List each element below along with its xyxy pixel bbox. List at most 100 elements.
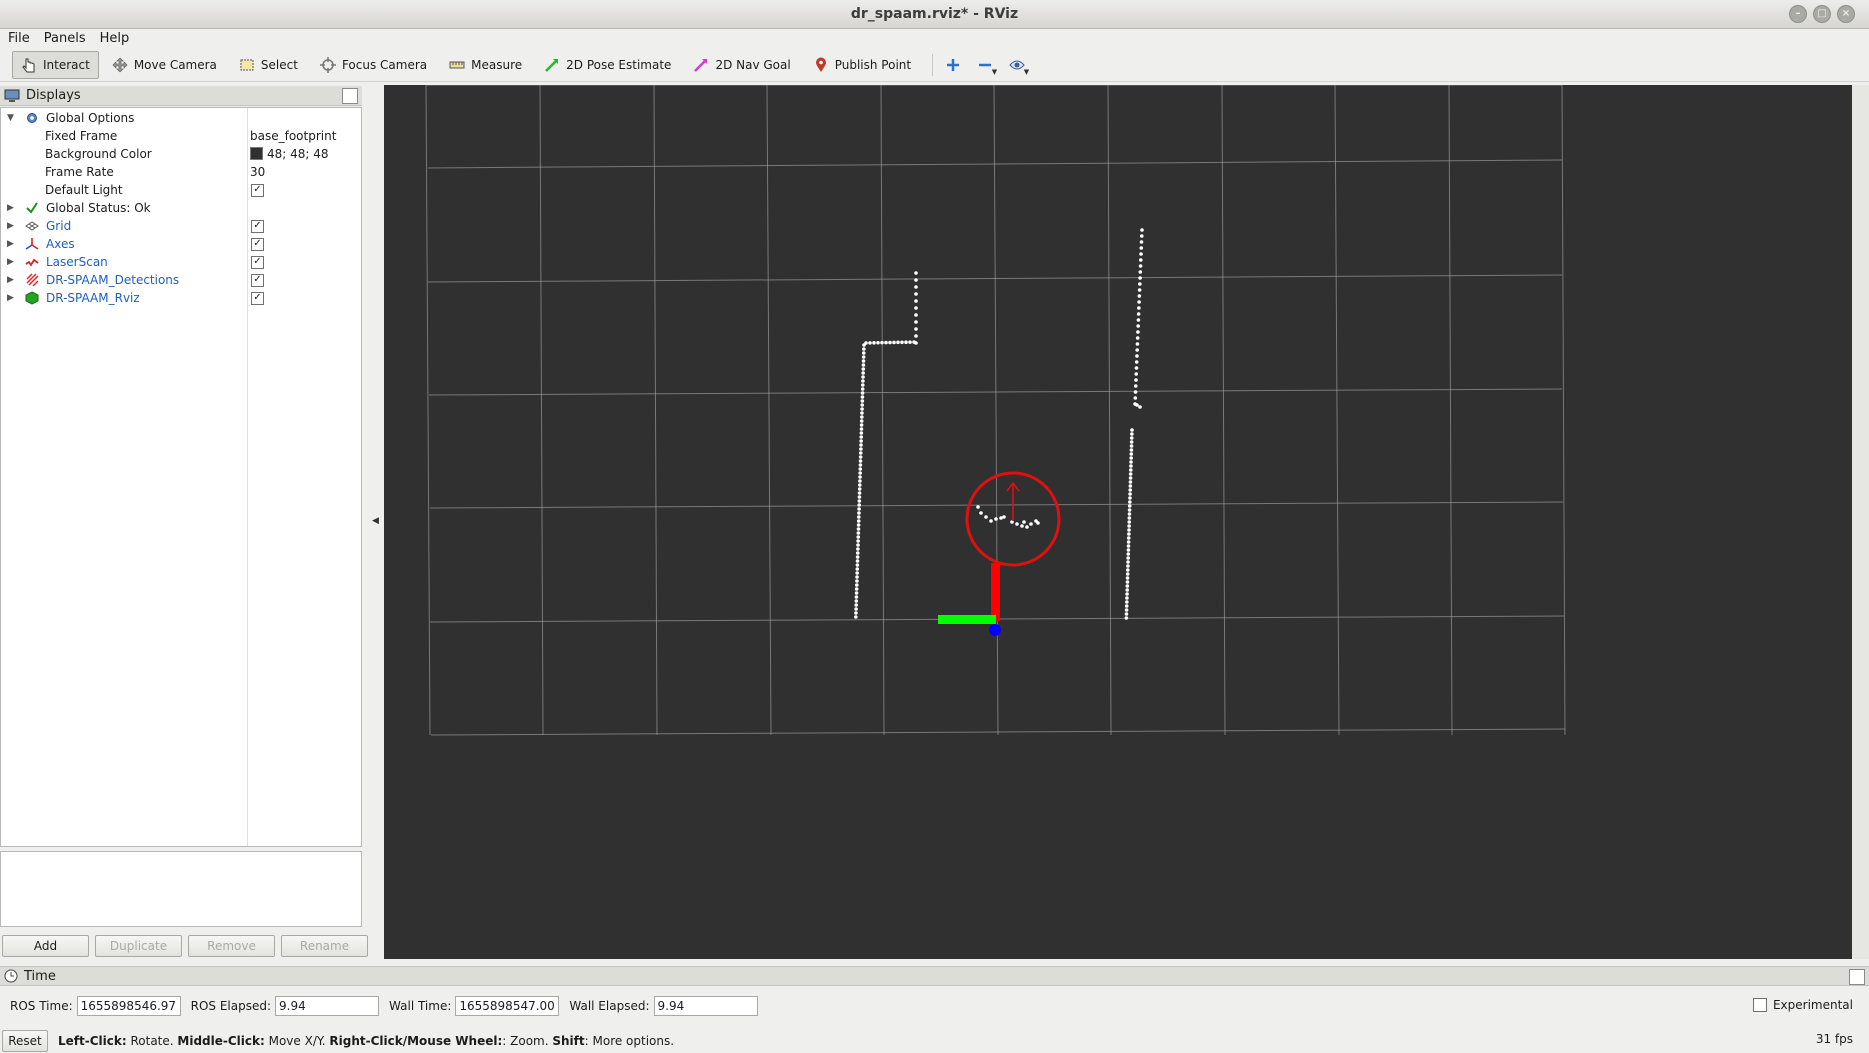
property-value[interactable]: 30 — [250, 163, 265, 181]
clock-icon — [4, 969, 18, 983]
laser-point — [914, 313, 918, 317]
views-menu-button[interactable]: ▼ — [1005, 52, 1029, 78]
toolbar: Interact Move Camera Select Focus Camera… — [0, 48, 1869, 82]
expand-arrow-icon[interactable]: ▶ — [7, 271, 17, 289]
tool-measure[interactable]: Measure — [440, 51, 531, 79]
laser-point — [857, 507, 861, 511]
tree-row-default-light[interactable]: Default Light ✓ — [1, 181, 361, 199]
laser-point — [858, 463, 863, 467]
display-enabled-checkbox[interactable]: ✓ — [251, 238, 264, 251]
tree-row-grid[interactable]: ▶ Grid ✓ — [1, 217, 361, 235]
close-button[interactable]: × — [1837, 5, 1855, 23]
laser-point — [856, 523, 861, 527]
tool-2d-nav-goal[interactable]: 2D Nav Goal — [684, 51, 799, 79]
add-tool-button[interactable] — [941, 52, 965, 78]
laser-point — [1126, 552, 1131, 556]
default-light-checkbox[interactable]: ✓ — [251, 184, 264, 197]
maximize-button[interactable]: □ — [1813, 5, 1831, 23]
wall-time-field[interactable]: 1655898547.00 — [455, 996, 560, 1016]
laser-point — [1126, 556, 1130, 560]
tree-label: Axes — [46, 237, 75, 251]
tree-row-background-color[interactable]: Background Color 48; 48; 48 — [1, 145, 361, 163]
detection-marker — [965, 471, 1061, 567]
move-camera-icon — [112, 57, 128, 72]
tree-row-laserscan[interactable]: ▶ LaserScan ✓ — [1, 253, 361, 271]
reset-button[interactable]: Reset — [2, 1030, 48, 1052]
laser-point — [914, 271, 918, 275]
tree-row-global-options[interactable]: ▼ Global Options — [1, 109, 361, 127]
laser-point — [861, 351, 866, 355]
experimental-toggle[interactable]: Experimental — [1752, 998, 1853, 1012]
menu-file[interactable]: File — [8, 31, 30, 46]
tool-interact[interactable]: Interact — [12, 50, 99, 79]
panel-close-button[interactable] — [342, 88, 358, 104]
grid-line — [1107, 84, 1112, 736]
property-value[interactable]: 48; 48; 48 — [250, 145, 329, 163]
tree-row-fixed-frame[interactable]: Fixed Frame base_footprint — [1, 127, 361, 145]
display-enabled-checkbox[interactable]: ✓ — [251, 292, 264, 305]
experimental-checkbox[interactable] — [1752, 998, 1767, 1012]
laser-point — [1129, 448, 1134, 452]
display-enabled-checkbox[interactable]: ✓ — [251, 220, 264, 233]
laser-point — [1124, 612, 1129, 616]
expand-arrow-icon[interactable]: ▶ — [7, 199, 17, 217]
add-button[interactable]: Add — [2, 935, 89, 957]
monitor-icon — [4, 89, 20, 102]
tool-publish-point[interactable]: Publish Point — [804, 51, 920, 79]
laser-point — [984, 515, 988, 519]
tree-row-frame-rate[interactable]: Frame Rate 30 — [1, 163, 361, 181]
tool-focus-camera[interactable]: Focus Camera — [311, 51, 436, 79]
tree-row-axes[interactable]: ▶ Axes ✓ — [1, 235, 361, 253]
wall-elapsed-field[interactable]: 9.94 — [653, 996, 758, 1016]
scene-canvas[interactable] — [384, 84, 1852, 959]
laser-point — [861, 371, 865, 375]
menu-help[interactable]: Help — [100, 31, 130, 46]
expand-arrow-icon[interactable]: ▶ — [7, 253, 17, 271]
expand-arrow-icon[interactable]: ▶ — [7, 289, 17, 307]
display-enabled-checkbox[interactable]: ✓ — [251, 274, 264, 287]
laser-point — [858, 475, 862, 479]
laser-point — [1129, 464, 1133, 468]
ros-elapsed-field[interactable]: 9.94 — [275, 996, 380, 1016]
laser-point — [1015, 522, 1019, 526]
laser-point — [1127, 520, 1132, 524]
property-value[interactable]: base_footprint — [250, 127, 336, 145]
laser-point — [976, 505, 980, 509]
tool-2d-pose-estimate[interactable]: 2D Pose Estimate — [535, 51, 680, 79]
tree-row-dr-spaam-detections[interactable]: ▶ DR-SPAAM_Detections ✓ — [1, 271, 361, 289]
laser-point — [855, 575, 859, 579]
minimize-button[interactable]: – — [1789, 5, 1807, 23]
panel-close-button[interactable] — [1849, 969, 1865, 985]
axis-y — [938, 615, 996, 624]
laser-point — [989, 519, 993, 523]
laser-point — [1140, 228, 1144, 232]
remove-button[interactable]: Remove — [188, 935, 275, 957]
laser-point — [857, 495, 862, 499]
collapse-left-arrow-icon[interactable]: ◀ — [372, 516, 379, 526]
experimental-label: Experimental — [1772, 998, 1853, 1012]
laser-point — [859, 419, 864, 423]
color-swatch[interactable] — [250, 147, 263, 160]
duplicate-button[interactable]: Duplicate — [95, 935, 182, 957]
menu-panels[interactable]: Panels — [44, 31, 86, 46]
expand-arrow-icon[interactable]: ▶ — [7, 217, 17, 235]
tree-row-global-status[interactable]: ▶ Global Status: Ok — [1, 199, 361, 217]
laser-point — [857, 487, 862, 491]
ros-time-field[interactable]: 1655898546.97 — [76, 996, 181, 1016]
tool-select[interactable]: Select — [230, 51, 307, 79]
laser-point — [1020, 524, 1024, 528]
display-enabled-checkbox[interactable]: ✓ — [251, 256, 264, 269]
rename-button[interactable]: Rename — [281, 935, 368, 957]
remove-tool-button[interactable]: ▼ — [973, 52, 997, 78]
tree-label: Global Options — [46, 111, 135, 125]
tree-row-dr-spaam-rviz[interactable]: ▶ DR-SPAAM_Rviz ✓ — [1, 289, 361, 307]
expand-arrow-icon[interactable]: ▶ — [7, 235, 17, 253]
laser-point — [854, 615, 858, 619]
render-viewport[interactable] — [384, 84, 1852, 959]
grid-line — [653, 84, 658, 736]
laser-point — [860, 411, 864, 415]
laser-point — [1135, 348, 1139, 352]
collapse-arrow-icon[interactable]: ▼ — [7, 109, 17, 127]
laser-point — [1128, 484, 1133, 488]
tool-move-camera[interactable]: Move Camera — [103, 51, 226, 79]
